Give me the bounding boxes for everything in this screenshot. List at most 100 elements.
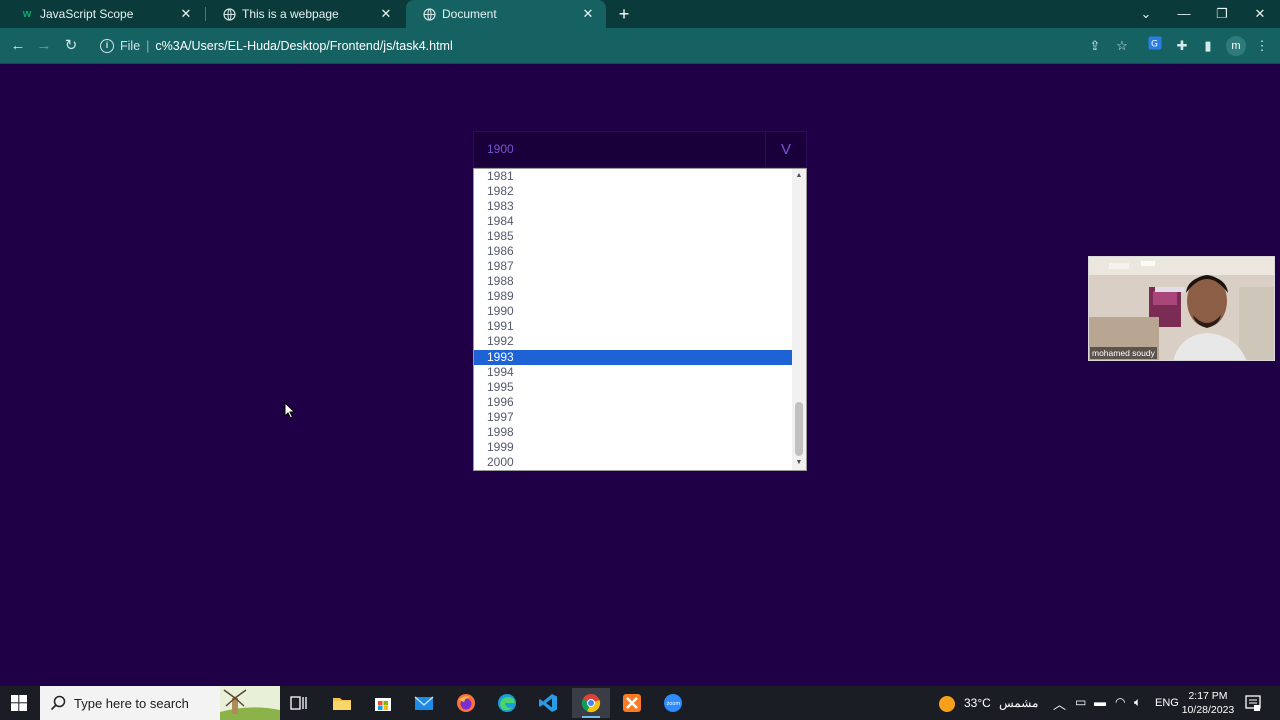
close-window-button[interactable]: ✕ [1241,0,1279,28]
language-indicator[interactable]: ENG [1155,697,1179,709]
tab-search-chevron-icon[interactable]: ⌄ [1127,0,1165,28]
year-option[interactable]: 1984 [474,214,792,229]
weather-condition[interactable]: مشمس [999,696,1038,710]
volume-icon[interactable]: 🔈︎ [1134,695,1141,710]
year-option[interactable]: 1985 [474,229,792,244]
year-option[interactable]: 1991 [474,319,792,334]
firefox-icon [457,694,475,712]
list-scrollbar[interactable]: ▲ ▼ [792,169,806,470]
dropdown-toggle-button[interactable]: V [766,132,806,167]
year-option-selected[interactable]: 1993 [474,350,792,365]
year-option[interactable]: 1998 [474,425,792,440]
side-panel-icon[interactable]: ▮ [1198,36,1218,56]
back-arrow-icon[interactable]: ← [6,34,30,58]
year-select[interactable]: 1900 V [473,131,807,168]
windows-taskbar: Type here to search zoom 33°C مشمس ︿ ▭ ▬… [0,686,1280,720]
mail-button[interactable] [405,688,443,718]
tab-document[interactable]: Document ✕ [406,0,606,28]
tab-this-is-a-webpage[interactable]: This is a webpage ✕ [206,0,404,28]
address-bar[interactable]: i File | c%3A/Users/EL-Huda/Desktop/Fron… [92,32,1140,60]
start-button[interactable] [0,688,38,718]
scrollbar-thumb[interactable] [795,402,803,456]
share-icon[interactable]: ⇪ [1085,36,1105,56]
mail-icon [414,695,434,710]
file-explorer-button[interactable] [323,688,361,718]
year-option[interactable]: 1997 [474,410,792,425]
tab-title: This is a webpage [242,7,339,21]
xampp-icon [623,694,641,712]
edge-button[interactable] [488,688,526,718]
year-option[interactable]: 1994 [474,365,792,380]
zoom-button[interactable]: zoom [654,688,692,718]
notifications-icon[interactable] [1245,695,1261,711]
address-divider: | [146,39,150,53]
search-placeholder: Type here to search [74,695,189,711]
firefox-button[interactable] [447,688,485,718]
year-option[interactable]: 1989 [474,289,792,304]
menu-kebab-icon[interactable]: ⋮ [1252,36,1272,56]
weather-sun-icon [939,696,955,712]
year-option[interactable]: 1982 [474,184,792,199]
task-view-button[interactable] [280,688,318,718]
profile-avatar[interactable]: m [1226,36,1246,56]
address-scheme: File [120,39,141,53]
forward-arrow-icon[interactable]: → [32,34,56,58]
weather-temperature[interactable]: 33°C [964,696,991,710]
tab-strip: w JavaScript Scope ✕ This is a webpage ✕… [0,0,1280,28]
battery-icon[interactable]: ▬ [1094,695,1106,709]
year-option[interactable]: 1983 [474,199,792,214]
w3schools-icon: w [22,8,32,20]
year-option[interactable]: 1992 [474,334,792,349]
maximize-button[interactable]: ❐ [1203,0,1241,28]
wifi-icon[interactable]: ◠ [1115,695,1125,709]
clock-date: 10/28/2023 [1181,704,1235,716]
show-hidden-icons-chevron-icon[interactable]: ︿ [1053,694,1066,713]
year-option[interactable]: 1999 [474,440,792,455]
year-option[interactable]: 1987 [474,259,792,274]
system-clock[interactable]: 2:17 PM 10/28/2023 [1178,689,1238,717]
tab-title: JavaScript Scope [40,7,134,21]
chrome-button[interactable] [572,688,610,718]
svg-text:zoom: zoom [667,701,681,707]
selected-year-value: 1900 [487,142,514,156]
year-option[interactable]: 1995 [474,380,792,395]
xampp-button[interactable] [613,688,651,718]
globe-icon [422,7,436,21]
year-option[interactable]: 1981 [474,169,792,184]
browser-toolbar: ← → ↻ i File | c%3A/Users/EL-Huda/Deskto… [0,28,1280,64]
vscode-button[interactable] [529,688,567,718]
active-app-indicator [582,716,600,718]
minimize-button[interactable]: — [1165,0,1203,28]
year-option[interactable]: 1996 [474,395,792,410]
year-option[interactable]: 1986 [474,244,792,259]
scroll-up-arrow-icon[interactable]: ▲ [792,169,806,183]
tab-title: Document [442,7,497,21]
search-icon [50,695,66,711]
tab-javascript-scope[interactable]: w JavaScript Scope ✕ [4,0,204,28]
clock-time: 2:17 PM [1188,690,1228,702]
bookmark-star-icon[interactable]: ☆ [1112,36,1132,56]
year-option[interactable]: 1990 [474,304,792,319]
reload-icon[interactable]: ↻ [59,34,83,58]
edge-icon [498,694,516,712]
meet-now-icon[interactable]: ▭ [1075,695,1086,709]
new-tab-button[interactable]: + [614,3,634,25]
translate-extension-icon[interactable]: G [1145,36,1165,56]
year-dropdown-list[interactable]: 1981 1982 1983 1984 1985 1986 1987 1988 … [473,168,807,471]
taskbar-search-box[interactable]: Type here to search [40,686,280,720]
close-tab-icon[interactable]: ✕ [178,6,194,22]
year-option[interactable]: 2000 [474,455,792,470]
close-tab-icon[interactable]: ✕ [378,6,394,22]
microsoft-store-button[interactable] [364,688,402,718]
close-tab-icon[interactable]: ✕ [580,6,596,22]
scroll-down-arrow-icon[interactable]: ▼ [792,456,806,470]
windmill-landscape-icon [220,686,280,720]
windows-logo-icon [11,695,27,711]
mouse-pointer-icon [284,402,296,419]
year-option[interactable]: 1988 [474,274,792,289]
globe-icon [222,7,236,21]
info-icon[interactable]: i [100,39,114,53]
address-url: c%3A/Users/EL-Huda/Desktop/Frontend/js/t… [155,39,453,53]
extensions-puzzle-icon[interactable]: ✚ [1172,36,1192,56]
webcam-video-image [1089,257,1274,360]
